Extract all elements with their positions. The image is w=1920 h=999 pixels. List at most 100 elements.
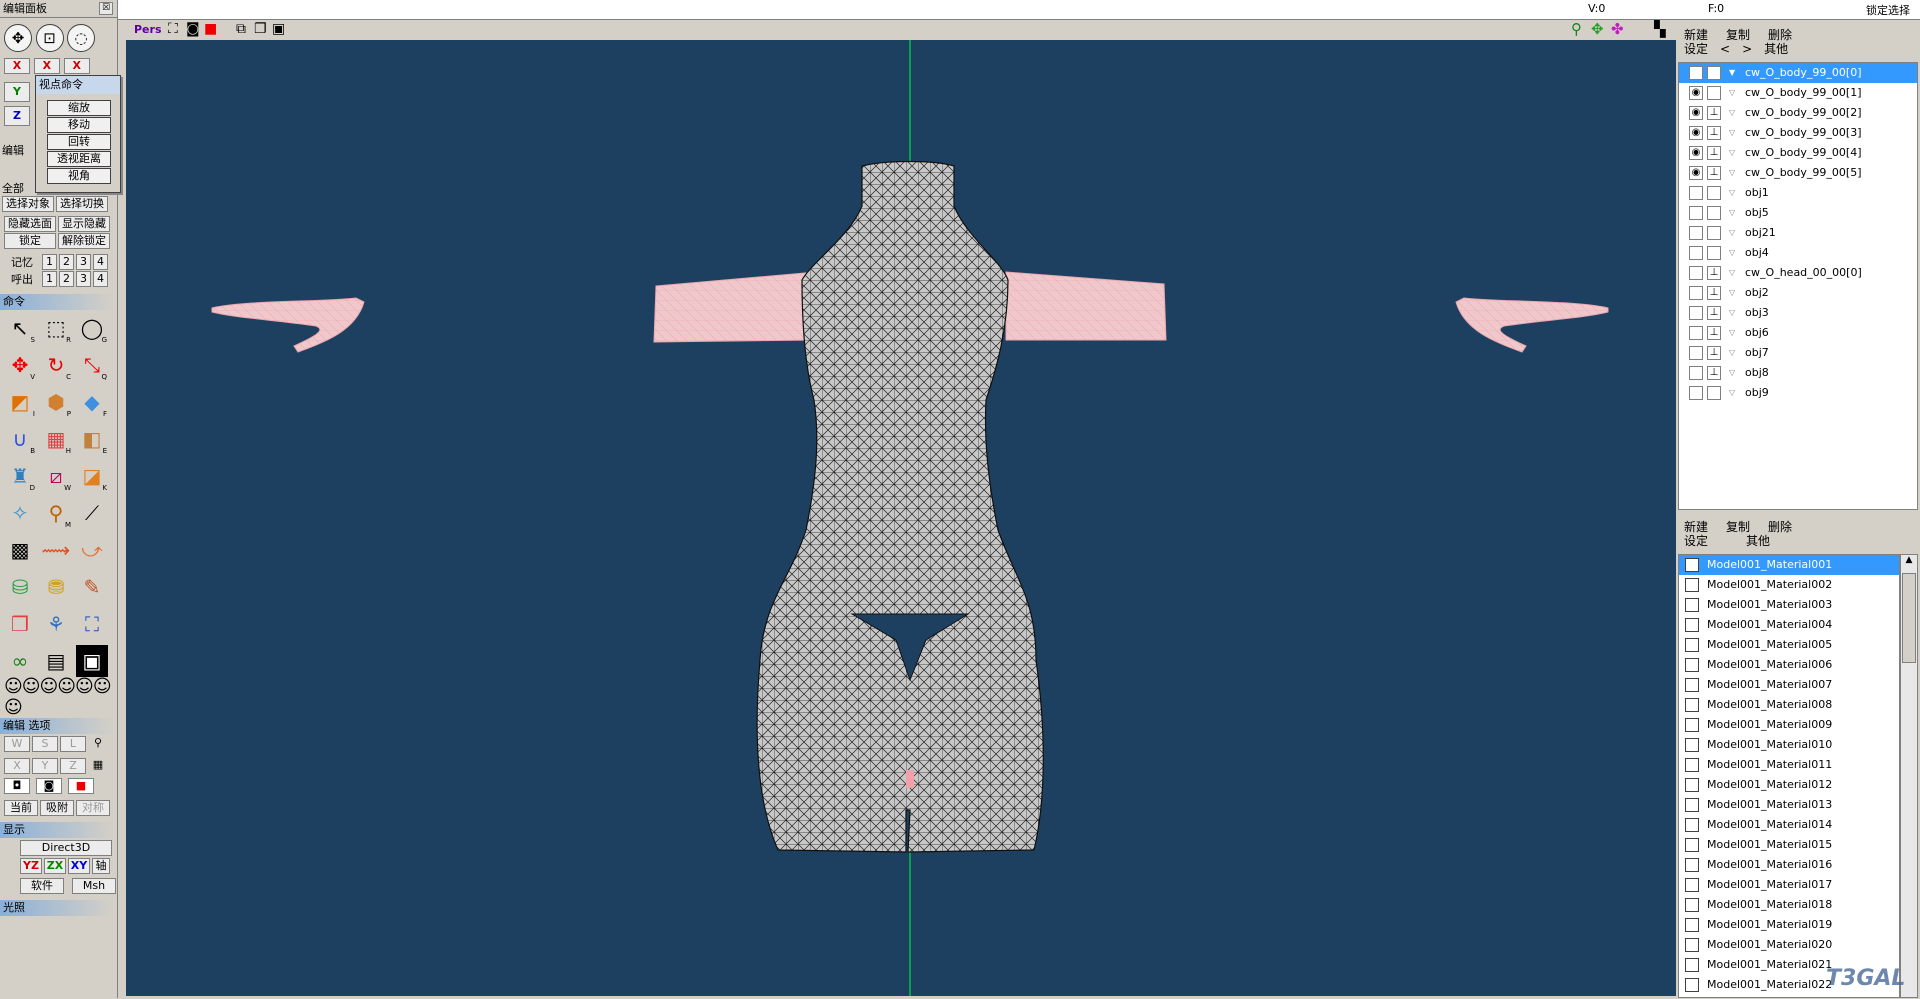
body-mesh[interactable]: [756, 160, 1044, 853]
lock-icon[interactable]: [1707, 386, 1721, 400]
material-checkbox[interactable]: [1685, 618, 1699, 632]
expand-icon[interactable]: ▼: [1729, 63, 1735, 83]
material-row[interactable]: Model001_Material008: [1679, 695, 1899, 715]
yz-plane-button[interactable]: YZ: [20, 858, 42, 874]
l-option-toggle[interactable]: L: [60, 736, 86, 752]
zoom-button[interactable]: 缩放: [47, 100, 111, 116]
material-checkbox[interactable]: [1685, 718, 1699, 732]
view-mode-label[interactable]: Pers: [134, 23, 162, 36]
lock-icon[interactable]: ⊥: [1707, 106, 1721, 120]
vertex-mode-icon[interactable]: ◘: [4, 778, 30, 794]
layers-icon[interactable]: ❐: [254, 21, 267, 37]
object-row[interactable]: ▽ obj5: [1679, 203, 1917, 223]
memory-slot[interactable]: 3: [76, 254, 91, 270]
material-row[interactable]: Model001_Material013: [1679, 795, 1899, 815]
paint-icon[interactable]: ✎: [76, 571, 108, 603]
scroll-up-icon[interactable]: ▲: [1901, 555, 1917, 571]
bevel-icon[interactable]: ◪ K: [76, 460, 108, 492]
material-other-button[interactable]: 其他: [1742, 534, 1774, 548]
material-row[interactable]: Model001_Material005: [1679, 635, 1899, 655]
expand-icon[interactable]: ▽: [1729, 203, 1735, 223]
memory-slot[interactable]: 2: [59, 254, 74, 270]
object-row[interactable]: ⊥ ▽ obj3: [1679, 303, 1917, 323]
rect-select-icon[interactable]: ⬚ R: [40, 312, 72, 344]
face-display-icon[interactable]: ■: [204, 21, 217, 37]
scrollbar-thumb[interactable]: [1902, 573, 1916, 663]
new-material-button[interactable]: 新建: [1680, 520, 1712, 534]
visibility-eye-icon[interactable]: [1689, 386, 1703, 400]
material-checkbox[interactable]: [1685, 898, 1699, 912]
hide-faces-button[interactable]: 隐藏选面: [4, 216, 56, 232]
material-row[interactable]: Model001_Material019: [1679, 915, 1899, 935]
expand-icon[interactable]: ▽: [1729, 263, 1735, 283]
object-row[interactable]: ◉ ▽ cw_O_body_99_00[1]: [1679, 83, 1917, 103]
vertex-display-icon[interactable]: ◙: [186, 21, 200, 37]
material-row[interactable]: Model001_Material016: [1679, 855, 1899, 875]
create-face-icon[interactable]: ◩ I: [4, 386, 36, 418]
object-row[interactable]: ▽ obj4: [1679, 243, 1917, 263]
rotate-icon[interactable]: ✤: [1611, 20, 1624, 38]
extrude-icon[interactable]: ◧ E: [76, 423, 108, 455]
material-checkbox[interactable]: [1685, 578, 1699, 592]
expand-icon[interactable]: ▽: [1729, 323, 1735, 343]
x-axis-toggle-2[interactable]: X: [33, 58, 60, 74]
expand-icon[interactable]: ▽: [1729, 343, 1735, 363]
object-row[interactable]: ⊥ ▽ obj7: [1679, 343, 1917, 363]
invert-select-button[interactable]: 选择切换: [56, 196, 108, 212]
lock-icon[interactable]: [1707, 246, 1721, 260]
lock-icon[interactable]: [1707, 86, 1721, 100]
y-option-toggle[interactable]: Y: [32, 758, 58, 774]
unlock-button[interactable]: 解除锁定: [58, 233, 110, 249]
expand-icon[interactable]: ▽: [1729, 283, 1735, 303]
material-checkbox[interactable]: [1685, 978, 1699, 992]
expand-icon[interactable]: ▽: [1729, 363, 1735, 383]
expand-icon[interactable]: ▽: [1729, 243, 1735, 263]
material-checkbox[interactable]: [1685, 938, 1699, 952]
visibility-eye-icon[interactable]: [1689, 186, 1703, 200]
material-row[interactable]: Model001_Material009: [1679, 715, 1899, 735]
lock-button[interactable]: 锁定: [4, 233, 56, 249]
material-checkbox[interactable]: [1685, 558, 1699, 572]
software-render-button[interactable]: 软件: [20, 878, 64, 894]
visibility-eye-icon[interactable]: [1689, 366, 1703, 380]
wire-display-icon[interactable]: ⛶: [168, 21, 178, 37]
material-row[interactable]: Model001_Material004: [1679, 615, 1899, 635]
visibility-eye-icon[interactable]: [1689, 266, 1703, 280]
w-option-toggle[interactable]: W: [4, 736, 30, 752]
character-icons[interactable]: ☺☺☺☺☺☺☺: [4, 676, 116, 718]
object-prev-button[interactable]: <: [1716, 42, 1734, 56]
color-palette-icon[interactable]: ▚: [1654, 20, 1666, 38]
show-hidden-button[interactable]: 显示隐藏: [58, 216, 110, 232]
edge-mode-icon[interactable]: ◙: [36, 778, 62, 794]
render-icon[interactable]: ▣: [76, 645, 108, 677]
material-checkbox[interactable]: [1685, 778, 1699, 792]
expand-icon[interactable]: ▽: [1729, 143, 1735, 163]
expand-icon[interactable]: ▽: [1729, 183, 1735, 203]
lock-icon[interactable]: ⊥: [1707, 166, 1721, 180]
memory-slot[interactable]: 1: [42, 254, 57, 270]
lock-select-button[interactable]: 锁定选择: [1866, 2, 1910, 18]
s-option-toggle[interactable]: S: [32, 736, 58, 752]
right-upper-arm-mesh[interactable]: [1005, 271, 1167, 341]
visibility-eye-icon[interactable]: [1689, 246, 1703, 260]
object-row[interactable]: ◉ ⊥ ▽ cw_O_body_99_00[2]: [1679, 103, 1917, 123]
object-row[interactable]: ◉ ⊥ ▽ cw_O_body_99_00[3]: [1679, 123, 1917, 143]
expand-icon[interactable]: ▽: [1729, 383, 1735, 403]
select-pointer-icon[interactable]: ↖ S: [4, 312, 36, 344]
xy-plane-button[interactable]: XY: [68, 858, 90, 874]
recall-slot[interactable]: 2: [59, 271, 74, 287]
material-checkbox[interactable]: [1685, 758, 1699, 772]
new-object-button[interactable]: 新建: [1680, 28, 1712, 42]
object-row[interactable]: ▽ obj1: [1679, 183, 1917, 203]
visibility-eye-icon[interactable]: [1689, 226, 1703, 240]
visibility-eye-icon[interactable]: ◉: [1689, 66, 1703, 80]
material-checkbox[interactable]: [1685, 598, 1699, 612]
link-icon[interactable]: ∞: [4, 645, 36, 677]
search-icon[interactable]: ⚲: [88, 736, 108, 752]
x-axis-toggle-3[interactable]: X: [63, 58, 90, 74]
zx-plane-button[interactable]: ZX: [44, 858, 66, 874]
object-row[interactable]: ▽ obj21: [1679, 223, 1917, 243]
visibility-eye-icon[interactable]: [1689, 206, 1703, 220]
material-row[interactable]: Model001_Material006: [1679, 655, 1899, 675]
material-checkbox[interactable]: [1685, 818, 1699, 832]
